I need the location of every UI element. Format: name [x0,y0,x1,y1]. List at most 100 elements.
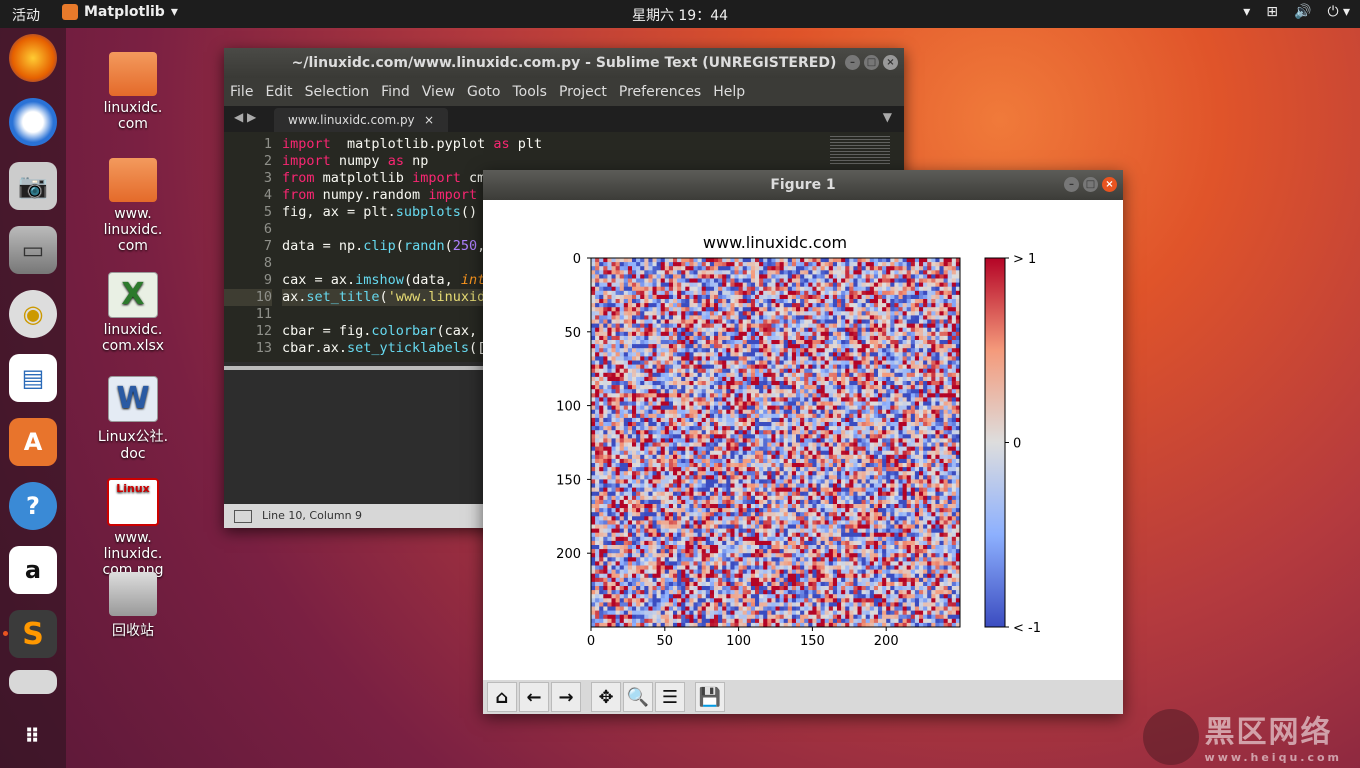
maximize-icon[interactable]: □ [864,55,879,70]
heatmap-cell [873,303,879,308]
heatmap-cell [882,290,887,296]
menu-item-goto[interactable]: Goto [467,78,500,106]
figure-window[interactable]: Figure 1 – □ × www.linuxidc.com 0 50 100 15… [483,170,1123,714]
desktop-icon-folder[interactable]: www. linuxidc. com [85,158,181,254]
sublime-titlebar[interactable]: ~/linuxidc.com/www.linuxidc.com.py - Sub… [224,48,904,78]
menu-item-find[interactable]: Find [381,78,410,106]
heatmap-cell [804,282,809,287]
heatmap-cell [742,282,748,287]
line-number: 5 [263,204,272,220]
desktop-icon-xlsx[interactable]: Xlinuxidc. com.xlsx [85,272,181,354]
system-tray[interactable]: ▾ ⊞ 🔊 ⏻ ▾ [1243,4,1350,20]
minimize-icon[interactable]: – [845,55,860,70]
heatmap-image[interactable] [591,258,961,628]
menu-item-view[interactable]: View [422,78,455,106]
heatmap-cell [599,282,604,287]
firefox-icon[interactable] [9,34,57,82]
heatmap-cell [861,335,866,341]
heatmap-cell [935,401,940,406]
menu-item-tools[interactable]: Tools [512,78,547,106]
heatmap-cell [701,356,707,361]
desktop-icon-doc[interactable]: W Linux公社. doc [85,376,181,462]
maximize-icon[interactable]: □ [1083,177,1098,192]
matplotlib-dock-icon[interactable] [9,670,57,694]
heatmap-cell [656,290,661,296]
network-icon[interactable]: ⊞ [1266,4,1278,20]
camera-icon[interactable]: 📷 [9,162,57,210]
heatmap-cell [640,438,645,443]
close-icon[interactable]: × [883,55,898,70]
heatmap-cell [689,450,694,456]
menu-item-project[interactable]: Project [559,78,607,106]
menu-item-file[interactable]: File [230,78,253,106]
heatmap-cell [701,315,707,320]
apps-grid-icon[interactable]: ⠿ [9,712,57,760]
desktop-icon-trash[interactable]: 回收站 [85,572,181,640]
close-icon[interactable]: × [1102,177,1117,192]
heatmap-cell [845,262,850,267]
tab-file[interactable]: www.linuxidc.com.py × [274,108,448,132]
sublime-icon[interactable]: S [3,610,57,658]
plot-area[interactable]: www.linuxidc.com 0 50 100 150 200 0501001502… [483,200,1123,678]
menu-item-preferences[interactable]: Preferences [619,78,701,106]
heatmap-cell [709,376,715,382]
software-icon[interactable]: A [9,418,57,466]
figure-titlebar[interactable]: Figure 1 – □ × [483,170,1123,200]
minimap[interactable] [830,136,890,166]
minimize-icon[interactable]: – [1064,177,1079,192]
heatmap-cell [849,307,854,312]
heatmap-cell [730,352,735,357]
heatmap-cell [808,266,813,271]
heatmap-cell [685,446,690,451]
menu-item-help[interactable]: Help [713,78,745,106]
code-line[interactable]: import numpy as np [282,153,542,170]
heatmap-cell [791,319,797,324]
heatmap-cell [820,446,825,451]
heatmap-cell [681,393,686,398]
heatmap-cell [677,335,682,341]
heatmap-cell [951,331,957,337]
volume-icon[interactable]: 🔊 [1294,4,1311,20]
heatmap-cell [677,438,682,443]
menu-item-edit[interactable]: Edit [265,78,292,106]
heatmap-cell [861,356,866,361]
menu-item-selection[interactable]: Selection [305,78,370,106]
heatmap-cell [632,278,637,283]
heatmap-cell [705,274,711,279]
close-icon[interactable]: × [424,108,434,132]
thunderbird-icon[interactable] [9,98,57,146]
activities-button[interactable]: 活动 [12,5,40,25]
heatmap-cell [632,413,637,419]
code-line[interactable]: import matplotlib.pyplot as plt [282,136,542,153]
speaker-icon[interactable]: ◉ [9,290,57,338]
heatmap-cell [775,266,780,271]
heatmap-cell [787,282,793,287]
desktop-icon-png[interactable]: Linux www. linuxidc. com.png [85,478,181,578]
amazon-icon[interactable]: a [9,546,57,594]
files-icon[interactable]: ▭ [9,226,57,274]
heatmap-cell [632,393,637,398]
heatmap-cell [738,385,743,390]
power-icon[interactable]: ⏻ ▾ [1327,4,1350,20]
heatmap-cell [640,475,645,480]
heatmap-cell [779,401,784,406]
panel-toggle-icon[interactable] [234,510,252,523]
heatmap-cell [742,319,748,324]
heatmap-cell [853,307,858,312]
heatmap-cell [779,413,784,419]
heatmap-cell [849,278,854,283]
app-menu[interactable]: Matplotlib ▾ [62,4,178,20]
chevron-down-icon[interactable]: ▾ [1243,4,1250,20]
help-icon[interactable]: ? [9,482,57,530]
writer-icon[interactable]: ▤ [9,354,57,402]
heatmap-cell [919,471,924,476]
desktop-icon-folder[interactable]: linuxidc. com [85,52,181,132]
heatmap-cell [812,372,817,378]
clock[interactable]: 星期六 19：44 [0,5,1360,25]
chevron-down-icon[interactable]: ▼ [883,110,892,124]
heatmap-cell [841,450,846,456]
heatmap-cell [890,286,895,292]
heatmap-cell [771,262,776,267]
heatmap-cell [615,475,620,480]
tab-nav-arrows-icon[interactable]: ◀ ▶ [234,110,256,124]
